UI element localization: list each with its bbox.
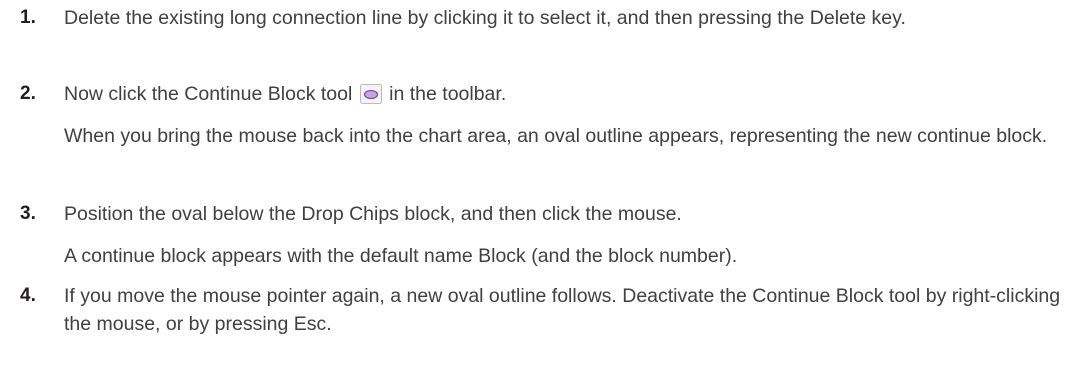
step-followup-text: A continue block appears with the defaul… — [64, 245, 738, 267]
step-text: If you move the mouse pointer again, a n… — [64, 285, 1061, 335]
step-text: Now click the Continue Block tool in the… — [64, 80, 1064, 108]
step-followup-text: When you bring the mouse back into the c… — [64, 125, 1048, 147]
step-text: Delete the existing long connection line… — [64, 7, 906, 29]
step-number: 1. — [20, 7, 36, 28]
step-text: Position the oval below the Drop Chips b… — [64, 203, 682, 225]
step-number: 3. — [20, 203, 36, 224]
step-number: 4. — [20, 285, 36, 306]
step-number: 2. — [20, 83, 36, 104]
step-text-after-icon: in the toolbar. — [389, 83, 507, 105]
step-text-before-icon: Now click the Continue Block tool — [64, 83, 353, 105]
continue-block-tool-icon — [359, 84, 382, 104]
